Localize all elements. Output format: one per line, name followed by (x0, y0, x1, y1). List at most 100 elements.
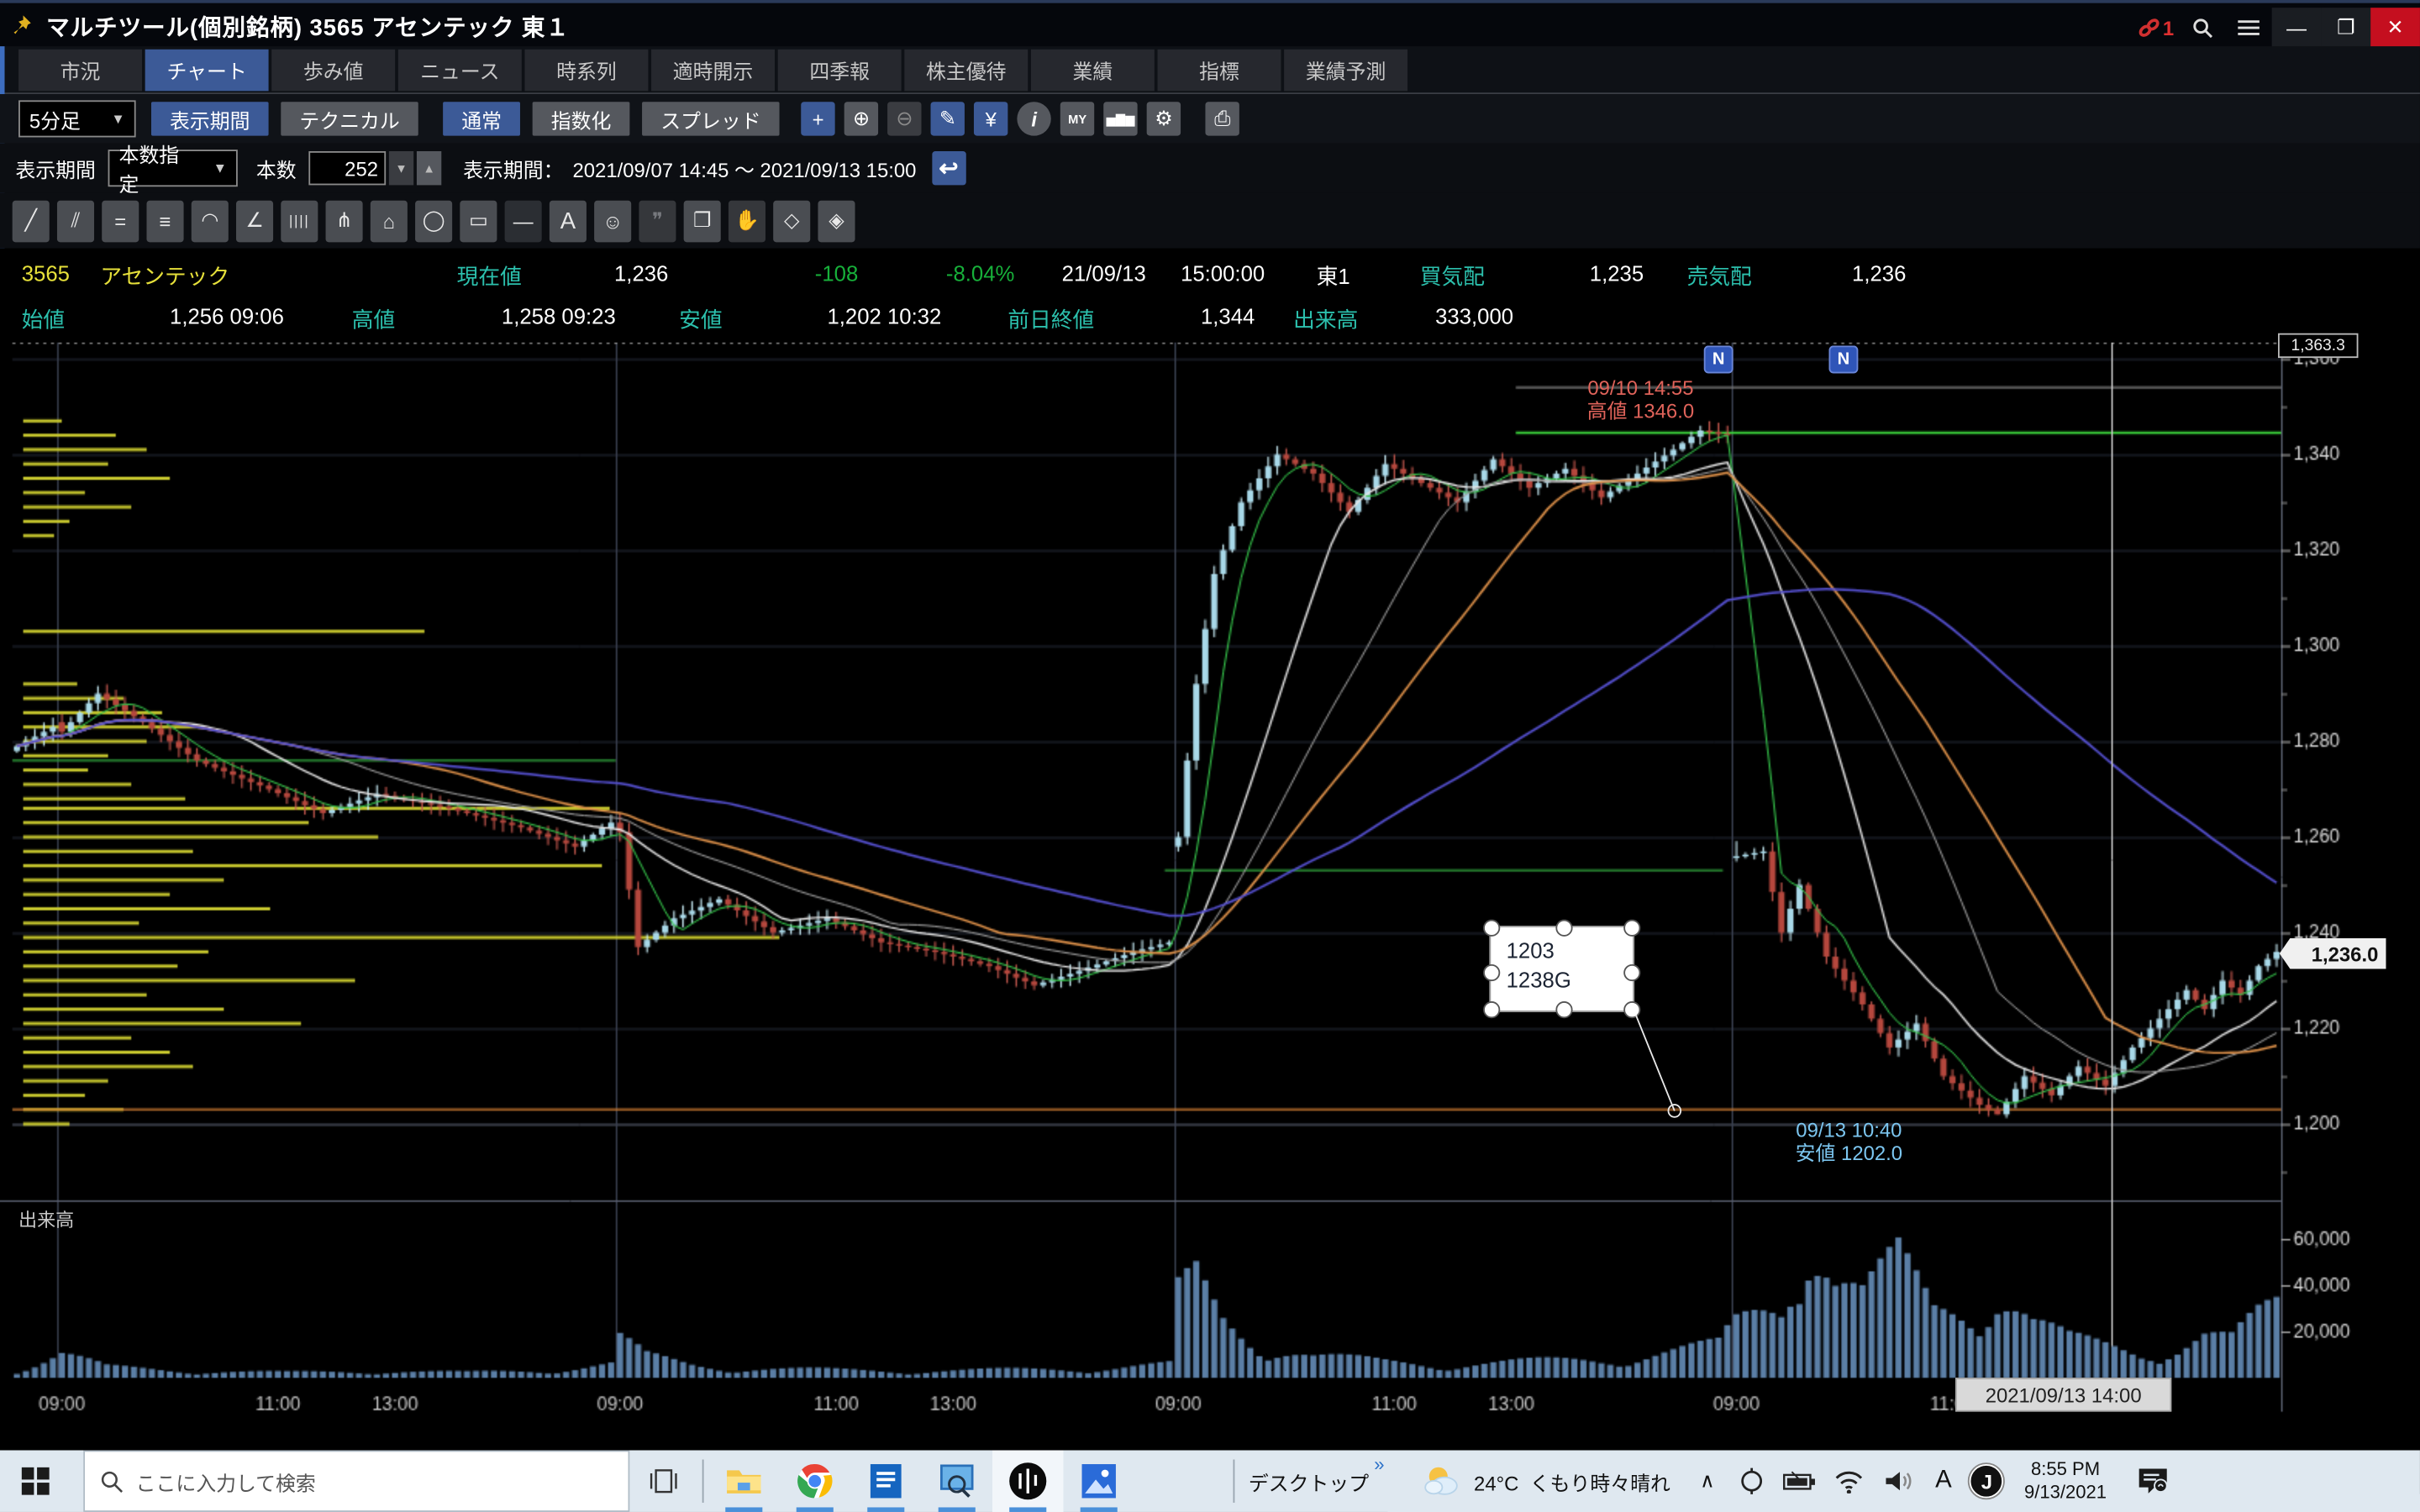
tab-jikeiretsu[interactable]: 時系列 (524, 50, 648, 92)
period-mode-dropdown[interactable]: 本数指定▼ (108, 150, 238, 186)
pencil-icon[interactable]: ✎ (931, 102, 965, 135)
reset-period-icon[interactable]: ↩ (932, 151, 965, 185)
callout-handle[interactable] (1555, 920, 1572, 937)
period-button[interactable]: 表示期間 (151, 102, 269, 135)
tab-news[interactable]: ニュース (398, 50, 522, 92)
zoom-in-icon[interactable]: ⊕ (844, 102, 878, 135)
mountain-chart-icon[interactable]: ▅▇▆ (1103, 102, 1137, 135)
link-icon[interactable]: 1 (2133, 8, 2179, 48)
hand-tool-icon[interactable]: ✋ (729, 200, 765, 242)
price-callout-box[interactable]: 12031238G (1489, 926, 1634, 1012)
dash-tool-icon[interactable]: — (505, 200, 542, 242)
technical-button[interactable]: テクニカル (281, 102, 418, 135)
menu-icon[interactable] (2226, 8, 2272, 48)
tab-yutai[interactable]: 株主優待 (904, 50, 1028, 92)
search-icon[interactable] (2179, 8, 2225, 48)
count-input[interactable]: 252 (308, 151, 386, 185)
count-up-spinner[interactable]: ▲ (417, 151, 441, 185)
tab-shikyo[interactable]: 市況 (18, 50, 142, 92)
volume-value: 333,000 (1435, 304, 1513, 328)
interval-dropdown[interactable]: 5分足▼ (18, 100, 136, 137)
tab-shikiho[interactable]: 四季報 (778, 50, 902, 92)
battery-icon[interactable] (1776, 1450, 1825, 1511)
tab-gyoseki[interactable]: 業績 (1031, 50, 1155, 92)
wifi-icon[interactable] (1825, 1450, 1875, 1511)
vertical-lines-tool-icon[interactable]: |||| (281, 200, 318, 242)
zoom-out-icon[interactable]: ⊖ (887, 102, 921, 135)
price-chart-canvas[interactable] (0, 343, 2420, 1451)
callout-handle[interactable] (1483, 1001, 1500, 1018)
tab-ayumine[interactable]: 歩み値 (271, 50, 395, 92)
callout-handle[interactable] (1483, 964, 1500, 981)
desktop-chevron[interactable]: » (1374, 1453, 1384, 1475)
copy-tool-icon[interactable]: ❐ (684, 200, 721, 242)
normal-button[interactable]: 通常 (443, 102, 520, 135)
rectangle-tool-icon[interactable]: ▭ (460, 200, 497, 242)
callout-handle[interactable] (1483, 920, 1500, 937)
app-window: マルチツール(個別銘柄) 3565 アセンテック 東１ 1 — ❐ ✕ 市況 チ… (0, 0, 2420, 1512)
app-document[interactable] (850, 1450, 921, 1511)
notification-center-icon[interactable] (2121, 1450, 2186, 1511)
horizontal-line-tool-icon[interactable]: = (102, 200, 139, 242)
text-tool-icon[interactable]: A (550, 200, 587, 242)
info-icon[interactable]: i (1018, 102, 1051, 135)
printer-icon[interactable]: ⎙ (1206, 102, 1239, 135)
quote-panel: 3565 アセンテック 現在値 1,236 -108 -8.04% 21/09/… (0, 249, 2420, 343)
fibonacci-arc-tool-icon[interactable]: ◠ (192, 200, 229, 242)
ime-alpha-indicator[interactable]: A (1923, 1450, 1964, 1511)
parallel-line-tool-icon[interactable]: ⫽ (57, 200, 94, 242)
close-button[interactable]: ✕ (2370, 8, 2420, 48)
task-view-button[interactable] (629, 1450, 697, 1511)
ellipse-tool-icon[interactable]: ◯ (415, 200, 452, 242)
desktop-toolbar[interactable]: デスクトップ » (1239, 1450, 1378, 1511)
app-file-explorer[interactable] (708, 1450, 779, 1511)
low-value: 1,202 10:32 (827, 304, 941, 328)
tray-camera-icon[interactable] (1729, 1450, 1776, 1511)
app-chrome[interactable] (780, 1450, 850, 1511)
taskbar-divider (702, 1460, 704, 1503)
weather-icon[interactable] (1418, 1450, 1465, 1511)
high-value: 1,258 09:23 (502, 304, 616, 328)
chevron-down-icon: ▼ (111, 111, 124, 126)
eraser-tool-icon[interactable]: ◇ (773, 200, 810, 242)
callout-handle[interactable] (1623, 920, 1640, 937)
pentagon-tool-icon[interactable]: ⌂ (371, 200, 408, 242)
tab-gyoseki-yosoku[interactable]: 業績予測 (1284, 50, 1407, 92)
callout-handle[interactable] (1623, 964, 1640, 981)
fan-line-tool-icon[interactable]: ∠ (236, 200, 273, 242)
icon-stamp-tool-icon[interactable]: ☺ (594, 200, 631, 242)
wrench-icon[interactable]: ⚙ (1147, 102, 1181, 135)
app-photos[interactable] (1063, 1450, 1134, 1511)
start-button[interactable] (0, 1450, 71, 1511)
restore-button[interactable]: ❐ (2321, 8, 2370, 48)
yen-icon[interactable]: ¥ (974, 102, 1007, 135)
ime-mode-icon[interactable]: J (1964, 1450, 2010, 1511)
tab-tekijikaiji[interactable]: 適時開示 (651, 50, 775, 92)
spread-button[interactable]: スプレッド (642, 102, 779, 135)
news-marker-2[interactable]: N (1828, 345, 1858, 373)
crosshair-icon[interactable]: + (801, 102, 834, 135)
trendline-tool-icon[interactable]: ╱ (13, 200, 50, 242)
tab-chart[interactable]: チャート (145, 50, 269, 92)
speaker-icon[interactable] (1874, 1450, 1923, 1511)
erase-all-tool-icon[interactable]: ◈ (818, 200, 855, 242)
tray-expand-chevron[interactable]: ∧ (1686, 1450, 1728, 1511)
news-marker-1[interactable]: N (1704, 345, 1733, 373)
taskbar-clock[interactable]: 8:55 PM9/13/2021 (2010, 1450, 2121, 1511)
multi-horizontal-tool-icon[interactable]: ≡ (146, 200, 183, 242)
taskbar-search-input[interactable]: ここに入力して検索 (83, 1450, 629, 1511)
balloon-tool-icon[interactable]: ❞ (639, 200, 676, 242)
minimize-button[interactable]: — (2272, 8, 2322, 48)
range-value: 2021/09/07 14:45 ～ 2021/09/13 15:00 (573, 154, 917, 183)
period-label: 表示期間 (15, 154, 96, 183)
change-value: -108 (815, 260, 858, 285)
tab-shihyo[interactable]: 指標 (1158, 50, 1281, 92)
app-trading-tool-active[interactable] (992, 1450, 1063, 1511)
weather-text[interactable]: 24°C くもり時々晴れ (1465, 1450, 1680, 1511)
count-down-spinner[interactable]: ▼ (389, 151, 413, 185)
callout-handle[interactable] (1555, 1001, 1572, 1018)
app-screen-magnifier[interactable] (922, 1450, 992, 1511)
pitchfork-tool-icon[interactable]: ⋔ (326, 200, 363, 242)
indexed-button[interactable]: 指数化 (533, 102, 630, 135)
my-chart-icon[interactable]: MY (1060, 102, 1094, 135)
